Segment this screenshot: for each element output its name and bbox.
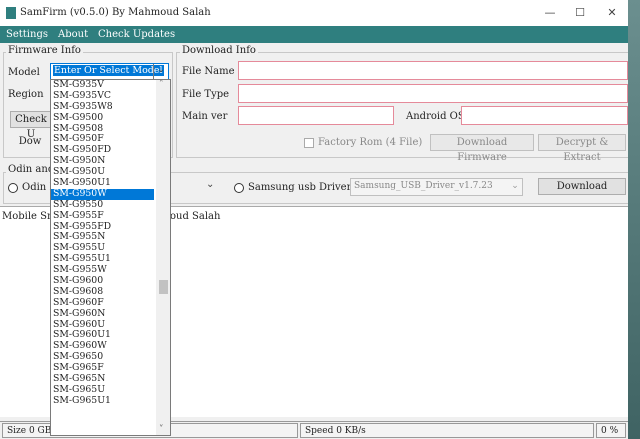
model-list-item[interactable]: SM-G9600: [51, 276, 154, 287]
file-type-label: File Type: [182, 89, 230, 100]
minimize-icon[interactable]: —: [536, 4, 564, 22]
log-text-start: Mobile Sm: [2, 211, 57, 222]
model-combobox[interactable]: Enter Or Select Model ⌄: [50, 63, 169, 80]
download-info-title: Download Info: [180, 45, 258, 56]
firmware-info-title: Firmware Info: [6, 45, 83, 56]
usb-driver-select[interactable]: Samsung_USB_Driver_v1.7.23 ⌄: [350, 178, 523, 196]
scroll-thumb[interactable]: [159, 280, 168, 294]
menu-check-updates[interactable]: Check Updates: [98, 29, 175, 40]
chevron-down-icon[interactable]: ⌄: [153, 64, 168, 79]
decrypt-extract-button[interactable]: Decrypt & Extract: [538, 134, 626, 163]
file-name-label: File Name: [182, 66, 235, 77]
usb-chevron-down-icon[interactable]: ⌄: [508, 179, 522, 195]
model-list-item[interactable]: SM-G965F: [51, 363, 154, 374]
model-list-item[interactable]: SM-G955FD: [51, 222, 154, 233]
model-list-item[interactable]: SM-G950W: [51, 188, 154, 200]
menu-settings[interactable]: Settings: [6, 29, 48, 40]
speed-status: Speed 0 KB/s: [300, 423, 594, 438]
model-list-item[interactable]: SM-G9650: [51, 352, 154, 363]
file-type-field[interactable]: [238, 84, 628, 103]
model-list-item[interactable]: SM-G960N: [51, 309, 154, 320]
menu-about[interactable]: About: [58, 29, 88, 40]
model-list: SM-G935V SM-G935VC SM-G935W8 SM-G9500 SM-G95…: [51, 80, 154, 407]
model-list-item[interactable]: SM-G955N: [51, 232, 154, 243]
factory-rom-checkbox[interactable]: [304, 138, 314, 148]
samsung-usb-label: Samsung usb Drivers: [248, 182, 357, 193]
model-list-item[interactable]: SM-G935VC: [51, 91, 154, 102]
model-list-item[interactable]: SM-G960W: [51, 341, 154, 352]
main-ver-label: Main ver: [182, 111, 228, 122]
log-text-end: oud Salah: [170, 211, 221, 222]
model-list-item[interactable]: SM-G960F: [51, 298, 154, 309]
download-button-firmware[interactable]: Dow: [10, 134, 50, 149]
model-list-item[interactable]: SM-G950F: [51, 134, 154, 145]
scroll-down-icon[interactable]: ˅: [159, 425, 164, 435]
model-list-item[interactable]: SM-G9608: [51, 287, 154, 298]
model-list-item[interactable]: SM-G965U1: [51, 396, 154, 407]
model-list-item[interactable]: SM-G950U: [51, 167, 154, 178]
model-combobox-value: Enter Or Select Model: [53, 65, 164, 76]
model-list-item[interactable]: SM-G9500: [51, 113, 154, 124]
model-list-item[interactable]: SM-G965U: [51, 385, 154, 396]
model-list-item[interactable]: SM-G960U: [51, 320, 154, 331]
menu-bar: Settings About Check Updates: [0, 26, 628, 43]
model-list-item[interactable]: SM-G9550: [51, 200, 154, 211]
window-title: SamFirm (v0.5.0) By Mahmoud Salah: [20, 7, 211, 18]
odin-radio[interactable]: [8, 183, 18, 193]
main-ver-field[interactable]: [238, 106, 394, 125]
check-update-button[interactable]: Check U: [10, 111, 52, 140]
dropdown-scrollbar[interactable]: ˄ ˅: [156, 80, 170, 435]
desktop-background: [628, 0, 640, 439]
model-list-item[interactable]: SM-G9508: [51, 124, 154, 135]
model-list-item[interactable]: SM-G960U1: [51, 330, 154, 341]
model-list-item[interactable]: SM-G950N: [51, 156, 154, 167]
model-list-item[interactable]: SM-G955U: [51, 243, 154, 254]
usb-driver-value: Samsung_USB_Driver_v1.7.23: [354, 181, 493, 191]
model-list-item[interactable]: SM-G935V: [51, 80, 154, 91]
model-list-item[interactable]: SM-G955W: [51, 265, 154, 276]
title-bar: SamFirm (v0.5.0) By Mahmoud Salah — ☐ ✕: [0, 0, 628, 26]
progress-percent: 0 %: [596, 423, 626, 438]
odin-chevron-down-icon[interactable]: ⌄: [206, 179, 214, 190]
model-list-item[interactable]: SM-G955U1: [51, 254, 154, 265]
android-os-label: Android OS: [406, 111, 465, 122]
model-list-item[interactable]: SM-G950FD: [51, 145, 154, 156]
scroll-up-icon[interactable]: ˄: [159, 80, 164, 90]
model-list-item[interactable]: SM-G955F: [51, 211, 154, 222]
model-list-item[interactable]: SM-G950U1: [51, 178, 154, 189]
maximize-icon[interactable]: ☐: [566, 4, 594, 22]
download-firmware-button[interactable]: Download Firmware: [430, 134, 534, 163]
android-os-field[interactable]: [461, 106, 628, 125]
odin-title: Odin and: [6, 164, 57, 175]
region-label: Region: [8, 89, 44, 100]
model-label: Model: [8, 67, 40, 78]
model-list-item[interactable]: SM-G935W8: [51, 102, 154, 113]
file-name-field[interactable]: [238, 61, 628, 80]
model-dropdown-list[interactable]: SM-G935V SM-G935VC SM-G935W8 SM-G9500 SM-G95…: [50, 79, 171, 436]
factory-rom-label: Factory Rom (4 File): [318, 137, 423, 148]
model-list-item[interactable]: SM-G965N: [51, 374, 154, 385]
app-icon: [6, 7, 16, 19]
download-drivers-button[interactable]: Download: [538, 178, 626, 195]
samsung-usb-radio[interactable]: [234, 183, 244, 193]
close-icon[interactable]: ✕: [598, 4, 626, 22]
app-window: SamFirm (v0.5.0) By Mahmoud Salah — ☐ ✕ …: [0, 0, 628, 439]
